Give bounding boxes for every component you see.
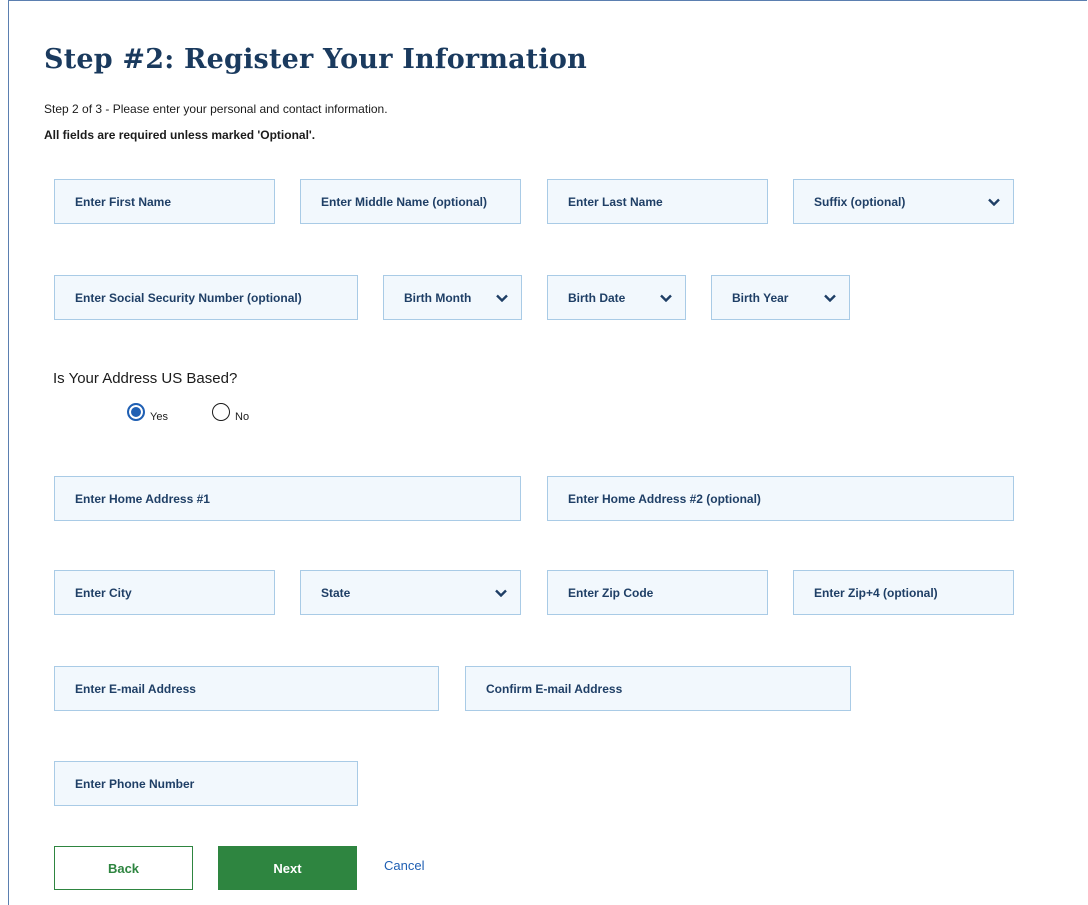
back-button[interactable]: Back — [54, 846, 193, 890]
chevron-down-icon — [494, 586, 508, 600]
us-address-question: Is Your Address US Based? — [53, 370, 238, 387]
birth-date-select[interactable]: Birth Date — [547, 275, 686, 320]
address1-input[interactable]: Enter Home Address #1 — [54, 476, 521, 521]
ssn-input[interactable]: Enter Social Security Number (optional) — [54, 275, 358, 320]
radio-no-label: No — [235, 411, 250, 423]
radio-yes-label: Yes — [150, 411, 168, 423]
confirm-email-placeholder: Confirm E-mail Address — [486, 681, 623, 696]
last-name-placeholder: Enter Last Name — [568, 194, 663, 209]
last-name-input[interactable]: Enter Last Name — [547, 179, 768, 224]
middle-name-input[interactable]: Enter Middle Name (optional) — [300, 179, 521, 224]
cancel-link[interactable]: Cancel — [384, 858, 424, 873]
address2-input[interactable]: Enter Home Address #2 (optional) — [547, 476, 1014, 521]
suffix-placeholder: Suffix (optional) — [814, 194, 906, 209]
zip4-placeholder: Enter Zip+4 (optional) — [814, 585, 938, 600]
phone-placeholder: Enter Phone Number — [75, 776, 195, 791]
first-name-placeholder: Enter First Name — [75, 194, 172, 209]
zip-placeholder: Enter Zip Code — [568, 585, 654, 600]
required-fields-note: All fields are required unless marked 'O… — [44, 128, 316, 142]
middle-name-placeholder: Enter Middle Name (optional) — [321, 194, 488, 209]
email-placeholder: Enter E-mail Address — [75, 681, 196, 696]
zip4-input[interactable]: Enter Zip+4 (optional) — [793, 570, 1014, 615]
chevron-down-icon — [495, 291, 509, 305]
first-name-input[interactable]: Enter First Name — [54, 179, 275, 224]
chevron-down-icon — [823, 291, 837, 305]
radio-yes[interactable]: Yes — [127, 403, 168, 423]
city-input[interactable]: Enter City — [54, 570, 275, 615]
radio-no[interactable]: No — [212, 403, 250, 423]
birth-month-select[interactable]: Birth Month — [383, 275, 522, 320]
radio-unselected-icon[interactable] — [212, 403, 230, 421]
confirm-email-input[interactable]: Confirm E-mail Address — [465, 666, 851, 711]
step-subtitle: Step 2 of 3 - Please enter your personal… — [44, 102, 388, 116]
ssn-placeholder: Enter Social Security Number (optional) — [75, 290, 302, 305]
zip-input[interactable]: Enter Zip Code — [547, 570, 768, 615]
birth-date-placeholder: Birth Date — [568, 290, 626, 305]
birth-month-placeholder: Birth Month — [404, 290, 472, 305]
radio-selected-icon[interactable] — [127, 403, 145, 421]
phone-input[interactable]: Enter Phone Number — [54, 761, 358, 806]
birth-year-placeholder: Birth Year — [732, 290, 789, 305]
next-button[interactable]: Next — [218, 846, 357, 890]
email-input[interactable]: Enter E-mail Address — [54, 666, 439, 711]
birth-year-select[interactable]: Birth Year — [711, 275, 850, 320]
address2-placeholder: Enter Home Address #2 (optional) — [568, 491, 761, 506]
state-select[interactable]: State — [300, 570, 521, 615]
city-placeholder: Enter City — [75, 585, 132, 600]
state-placeholder: State — [321, 585, 351, 600]
chevron-down-icon — [987, 195, 1001, 209]
page-title: Step #2: Register Your Information — [44, 44, 587, 75]
address1-placeholder: Enter Home Address #1 — [75, 491, 210, 506]
chevron-down-icon — [659, 291, 673, 305]
suffix-select[interactable]: Suffix (optional) — [793, 179, 1014, 224]
